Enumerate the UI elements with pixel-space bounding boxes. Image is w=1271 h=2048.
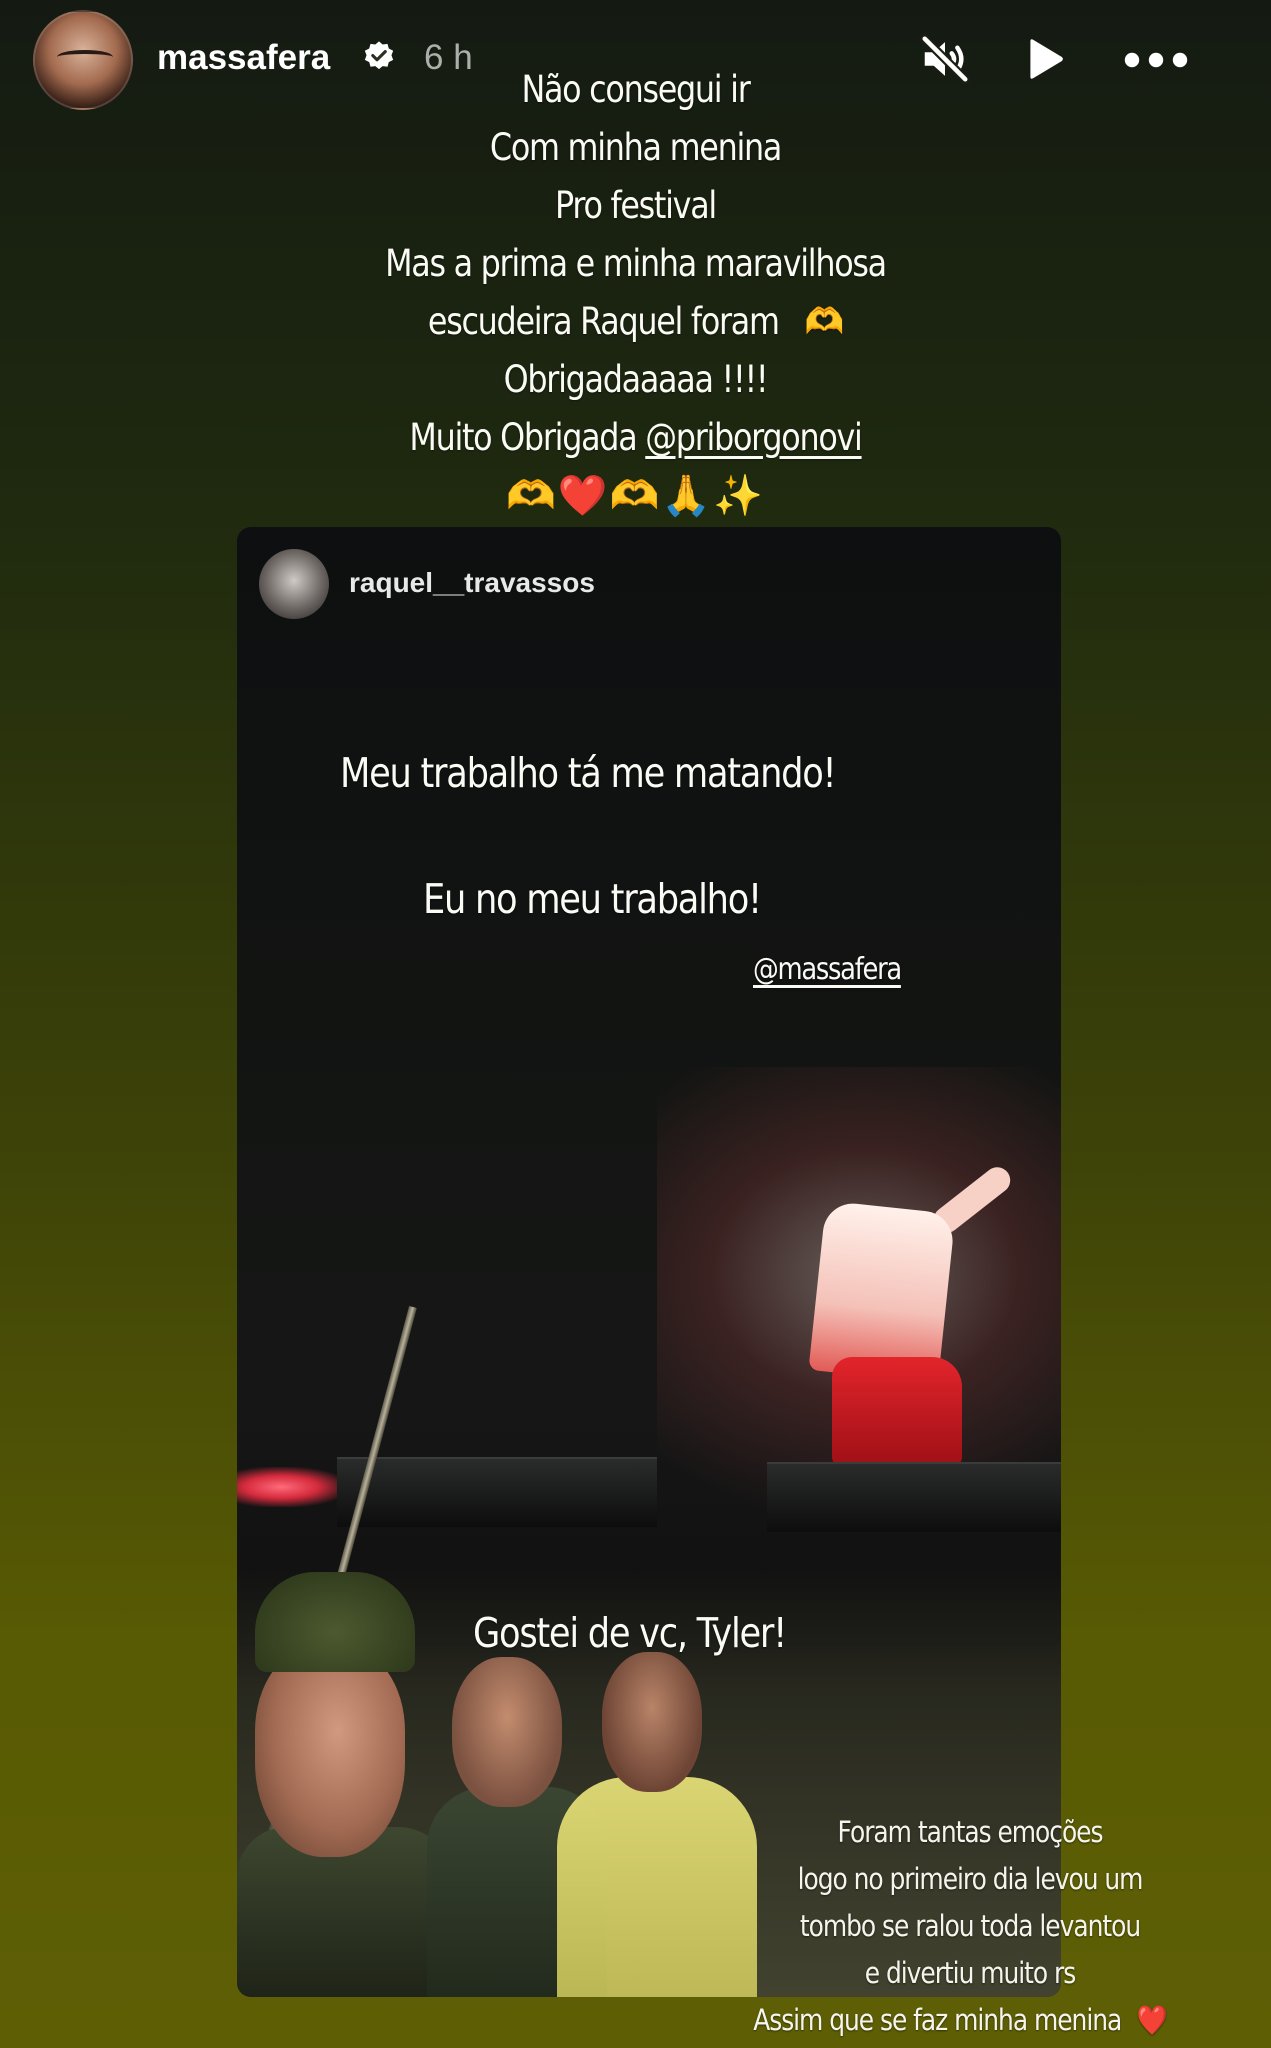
- performer-legs: [832, 1357, 962, 1467]
- heart-hands-emoji-icon: 🫶: [804, 300, 845, 343]
- reshared-user-avatar[interactable]: [259, 549, 329, 619]
- bottom-caption-line-3: tombo se ralou toda levantou: [799, 1909, 1141, 1943]
- person-face: [452, 1657, 562, 1807]
- stage-speaker-right: [767, 1462, 1061, 1532]
- bottom-caption-line-5-text: Assim que se faz minha menina: [753, 2003, 1122, 2037]
- caption-line-3: Pro festival: [555, 184, 717, 227]
- reshared-story-card[interactable]: raquel__travassos Meu trabalho tá me mat…: [237, 527, 1061, 1997]
- mention-link-massafera[interactable]: @massafera: [753, 952, 902, 987]
- person-face: [602, 1652, 702, 1792]
- person-face: [255, 1647, 405, 1857]
- emoji-row: 🫶❤️🫶🙏✨: [505, 473, 766, 519]
- bottom-caption-line-1: Foram tantas emoções: [837, 1815, 1104, 1849]
- caption-line-5: escudeira Raquel foram 🫶: [89, 300, 1182, 344]
- bottom-caption-line-4: e divertiu muito rs: [864, 1956, 1077, 1990]
- person-cap: [255, 1572, 415, 1672]
- caption-line-7-text: Muito Obrigada: [409, 416, 646, 459]
- stage-speaker-left: [337, 1457, 657, 1527]
- caption-line-7: Muito Obrigada @priborgonovi: [89, 416, 1182, 459]
- performer: [808, 1200, 956, 1384]
- security-vest: [557, 1777, 757, 1997]
- caption-line-2: Com minha menina: [489, 126, 782, 169]
- reshared-username[interactable]: raquel__travassos: [349, 567, 595, 599]
- bottom-caption-line-5: Assim que se faz minha menina ❤️: [728, 2003, 1192, 2038]
- caption-line-6: Obrigadaaaaa !!!!: [503, 358, 769, 401]
- caption-line-1: Não consegui ir: [521, 68, 750, 111]
- heart-emoji-icon: ❤️: [1136, 2003, 1168, 2037]
- bottom-caption-line-2: logo no primeiro dia levou um: [797, 1862, 1144, 1896]
- mention-link-priborgonovi[interactable]: @priborgonovi: [645, 416, 863, 459]
- story-text-crowd: Gostei de vc, Tyler!: [473, 1609, 787, 1657]
- caption-line-5-text: escudeira Raquel foram: [427, 300, 780, 343]
- story-text-top: Meu trabalho tá me matando!: [340, 749, 837, 797]
- stage-red-lights: [237, 1467, 347, 1507]
- caption-line-4: Mas a prima e minha maravilhosa: [385, 242, 887, 285]
- story-text-mid: Eu no meu trabalho!: [423, 875, 762, 923]
